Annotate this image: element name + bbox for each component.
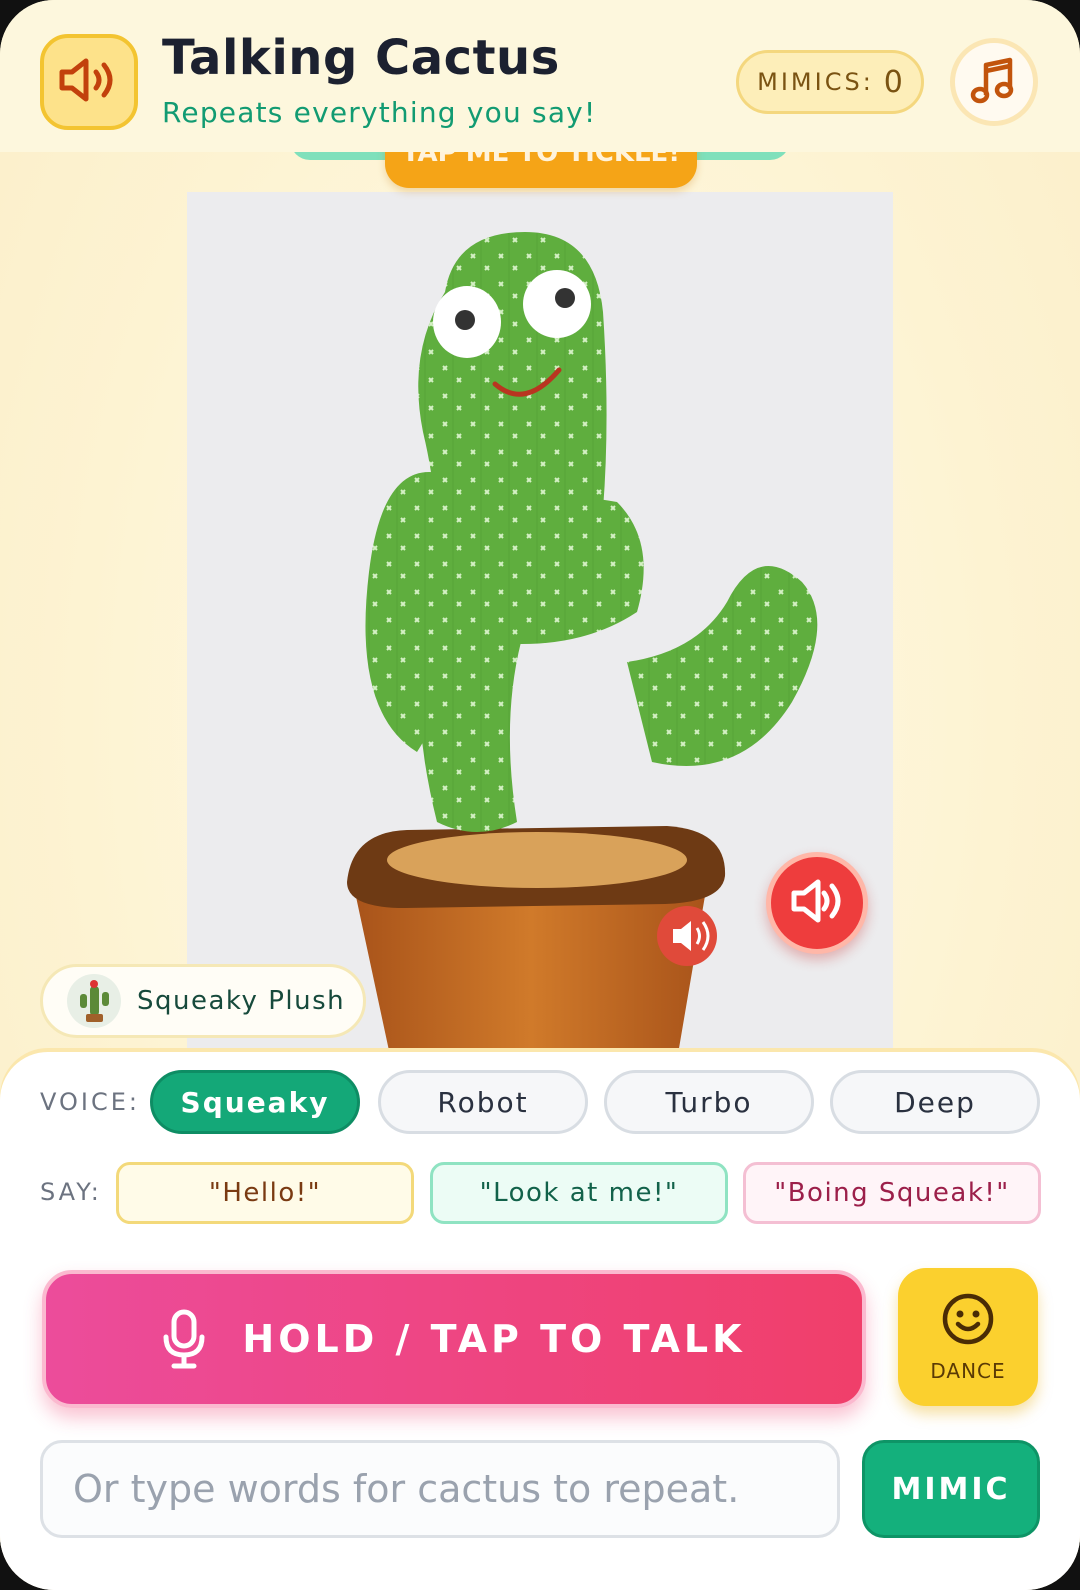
voice-option-turbo[interactable]: Turbo bbox=[604, 1070, 814, 1134]
phrase-boing-squeak[interactable]: "Boing Squeak!" bbox=[743, 1162, 1041, 1224]
header: Talking Cactus Repeats everything you sa… bbox=[0, 0, 1080, 152]
hold-to-talk-button[interactable]: HOLD / TAP TO TALK bbox=[42, 1270, 866, 1408]
speaker-icon bbox=[58, 55, 120, 109]
play-sound-button[interactable] bbox=[766, 852, 868, 954]
dance-label: DANCE bbox=[930, 1358, 1006, 1383]
mimics-label: MIMICS: bbox=[757, 68, 874, 96]
voice-label: VOICE: bbox=[40, 1088, 140, 1116]
phrase-look-at-me[interactable]: "Look at me!" bbox=[430, 1162, 728, 1224]
dance-button[interactable]: DANCE bbox=[898, 1268, 1038, 1406]
repeat-text-input[interactable] bbox=[40, 1440, 840, 1538]
character-badge[interactable]: Squeaky Plush bbox=[40, 964, 366, 1038]
smiley-icon bbox=[941, 1292, 995, 1351]
voice-option-robot[interactable]: Robot bbox=[378, 1070, 588, 1134]
sound-toggle-button[interactable] bbox=[40, 34, 138, 130]
app-title: Talking Cactus bbox=[162, 30, 560, 86]
voice-option-deep[interactable]: Deep bbox=[830, 1070, 1040, 1134]
mimic-button[interactable]: MIMIC bbox=[862, 1440, 1040, 1538]
cactus-avatar bbox=[67, 974, 121, 1028]
character-name: Squeaky Plush bbox=[137, 986, 346, 1016]
speaker-icon bbox=[790, 878, 844, 928]
mimics-counter: MIMICS: 0 bbox=[736, 50, 924, 114]
mimics-count: 0 bbox=[883, 64, 903, 100]
microphone-icon bbox=[162, 1309, 206, 1369]
app-screen: Talking Cactus Repeats everything you sa… bbox=[0, 0, 1080, 1590]
music-button[interactable] bbox=[950, 38, 1038, 126]
phrase-hello[interactable]: "Hello!" bbox=[116, 1162, 414, 1224]
talk-button-label: HOLD / TAP TO TALK bbox=[242, 1317, 746, 1361]
say-label: SAY: bbox=[40, 1178, 102, 1206]
app-subtitle: Repeats everything you say! bbox=[162, 96, 597, 129]
voice-option-squeaky[interactable]: Squeaky bbox=[150, 1070, 360, 1134]
music-note-icon bbox=[970, 55, 1018, 109]
